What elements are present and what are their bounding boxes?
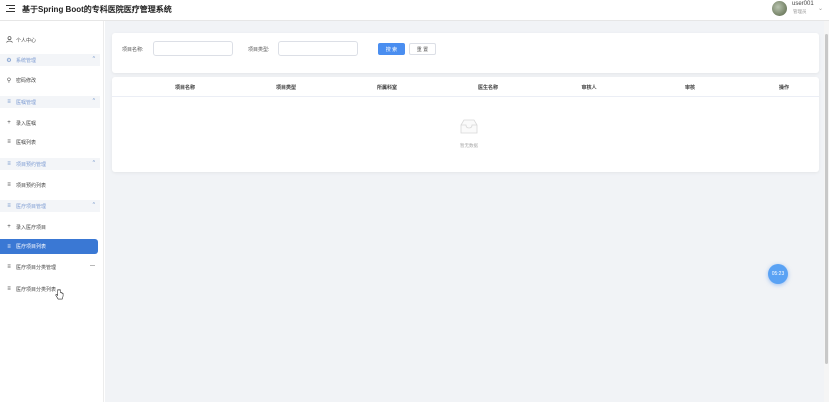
top-header: 基于Spring Boot的专科医院医疗管理系统 user001 管理员 ⌄ <box>0 0 829 21</box>
sidebar-item-label: 系统管理 <box>16 57 37 64</box>
project-type-label: 项目类型: <box>248 47 270 53</box>
sidebar: 个人中心 ⚙ 系统管理 ^ ⚲ 密码修改 ≡ 医嘱管理 ^ + 录入医嘱 ≡ 医… <box>0 21 104 402</box>
main-content: 项目名称: 项目类型: 搜 索 重 置 项目名称 项目类型 所属科室 医生名称 … <box>105 21 824 402</box>
chevron-down-icon[interactable]: ⌄ <box>818 5 823 12</box>
sidebar-item-label: 医嘱列表 <box>16 139 37 146</box>
sidebar-item-category-list[interactable]: ≡ 医疗项目分类列表 <box>0 283 100 295</box>
plus-icon: + <box>7 120 11 126</box>
sidebar-item-personal-center[interactable]: 个人中心 <box>0 34 100 46</box>
list-icon: ≡ <box>7 182 11 188</box>
sidebar-group-project-category[interactable]: ≡ 医疗项目分类管理 — <box>0 261 100 273</box>
chevron-up-icon: ^ <box>92 56 95 62</box>
sidebar-item-add-project[interactable]: + 录入医疗项目 <box>0 221 100 233</box>
sidebar-item-order-list[interactable]: ≡ 医嘱列表 <box>0 136 100 148</box>
search-card: 项目名称: 项目类型: 搜 索 重 置 <box>112 33 819 73</box>
sidebar-item-label: 医嘱管理 <box>16 99 37 106</box>
sidebar-item-label: 医疗项目分类列表 <box>16 286 57 293</box>
chevron-up-icon: ^ <box>92 202 95 208</box>
sidebar-item-label: 医疗项目分类管理 <box>16 264 57 271</box>
column-header: 审核 <box>684 85 695 91</box>
table-header: 项目名称 项目类型 所属科室 医生名称 审核人 审核 操作 <box>112 77 819 97</box>
plus-icon: + <box>7 224 11 230</box>
sidebar-item-label: 项目预约管理 <box>16 161 47 168</box>
chevron-up-icon: ^ <box>92 98 95 104</box>
list-icon: ≡ <box>7 264 11 270</box>
project-name-input[interactable] <box>153 41 233 56</box>
sidebar-item-label: 录入医嘱 <box>16 120 37 127</box>
sidebar-item-label: 个人中心 <box>16 37 37 44</box>
list-icon: ≡ <box>7 243 11 250</box>
sidebar-item-label: 医疗项目列表 <box>16 244 47 250</box>
sidebar-item-add-order[interactable]: + 录入医嘱 <box>0 117 100 129</box>
column-header: 所属科室 <box>376 85 397 91</box>
scrollbar-thumb[interactable] <box>825 34 828 364</box>
sidebar-item-label: 医疗项目管理 <box>16 203 47 210</box>
list-icon: ≡ <box>7 286 11 292</box>
sidebar-item-appointment-list[interactable]: ≡ 项目预约列表 <box>0 179 100 191</box>
project-name-label: 项目名称: <box>122 47 144 53</box>
timer-badge[interactable]: 05:23 <box>768 264 788 284</box>
menu-fold-icon[interactable] <box>6 4 16 14</box>
empty-box-icon <box>460 119 478 134</box>
gear-icon: ⚙ <box>6 57 12 64</box>
sidebar-group-orders[interactable]: ≡ 医嘱管理 ^ <box>0 96 100 108</box>
user-role: 管理员 <box>793 9 807 14</box>
empty-text: 暂无数据 <box>460 143 478 148</box>
sidebar-item-label: 录入医疗项目 <box>16 224 47 231</box>
sidebar-group-appointment[interactable]: ≡ 项目预约管理 ^ <box>0 158 100 170</box>
chevron-up-icon: ^ <box>92 160 95 166</box>
sidebar-item-label: 项目预约列表 <box>16 182 47 189</box>
key-icon: ⚲ <box>6 77 12 84</box>
column-header: 医生名称 <box>477 85 498 91</box>
hand-pointer-icon <box>55 289 64 300</box>
sidebar-item-label: 密码修改 <box>16 77 37 84</box>
column-header: 审核人 <box>581 85 597 91</box>
list-icon: ≡ <box>7 139 11 145</box>
column-header: 项目类型 <box>275 85 296 91</box>
sidebar-item-project-list[interactable]: ≡ 医疗项目列表 <box>0 239 98 254</box>
column-header: 项目名称 <box>174 85 195 91</box>
project-type-input[interactable] <box>278 41 358 56</box>
user-avatar[interactable] <box>772 1 787 16</box>
search-button[interactable]: 搜 索 <box>378 43 405 55</box>
list-icon: ≡ <box>7 161 11 167</box>
reset-button[interactable]: 重 置 <box>409 43 436 55</box>
app-title: 基于Spring Boot的专科医院医疗管理系统 <box>22 5 172 14</box>
column-header: 操作 <box>778 85 789 91</box>
data-table: 项目名称 项目类型 所属科室 医生名称 审核人 审核 操作 暂无数据 <box>112 77 819 172</box>
user-icon <box>5 35 13 45</box>
sidebar-group-medical-project[interactable]: ≡ 医疗项目管理 ^ <box>0 200 100 212</box>
sidebar-group-system[interactable]: ⚙ 系统管理 ^ <box>0 54 100 66</box>
list-icon: ≡ <box>7 99 11 105</box>
user-name[interactable]: user001 <box>792 1 814 7</box>
collapse-icon: — <box>90 263 95 269</box>
list-icon: ≡ <box>7 203 11 209</box>
sidebar-item-password[interactable]: ⚲ 密码修改 <box>0 74 100 86</box>
